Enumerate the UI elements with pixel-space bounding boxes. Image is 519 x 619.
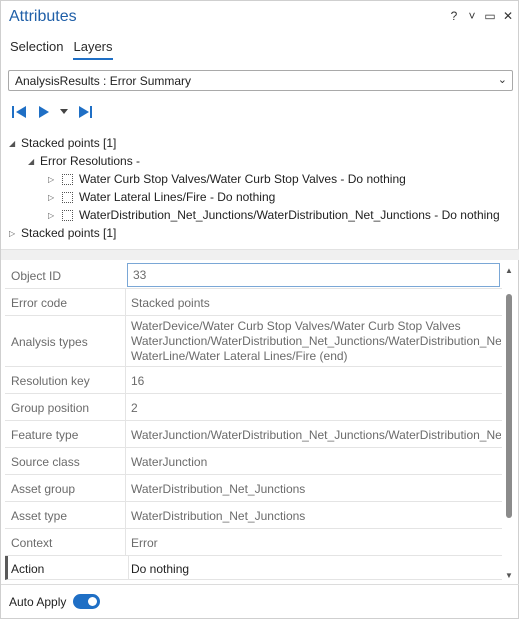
collapse-icon[interactable]: ◢ <box>28 157 40 166</box>
chevron-down-icon: ⌄ <box>497 74 507 86</box>
view-tabs: Selection Layers <box>10 39 113 60</box>
grid-row-analysis-types: Analysis types WaterDevice/Water Curb St… <box>5 316 502 367</box>
property-key: Analysis types <box>11 335 88 349</box>
property-value: 16 <box>131 374 145 388</box>
help-icon[interactable]: ? <box>448 9 460 23</box>
grid-row-resolution-key: Resolution key 16 <box>5 367 502 394</box>
property-key: Resolution key <box>11 374 90 388</box>
maximize-icon[interactable]: ▭ <box>484 9 496 23</box>
next-icon[interactable] <box>37 105 51 119</box>
tree-node-label: Error Resolutions - <box>40 154 141 168</box>
property-value: Error <box>131 536 158 550</box>
auto-apply-label: Auto Apply <box>9 595 67 609</box>
property-value: WaterJunction/WaterDistribution_Net_Junc… <box>131 428 501 442</box>
property-value: WaterDistribution_Net_Junctions <box>131 482 306 496</box>
collapse-icon[interactable]: ◢ <box>9 139 21 148</box>
pane-title: Attributes <box>9 8 77 25</box>
tree-node-label: Stacked points [1] <box>21 226 117 240</box>
layer-dropdown[interactable]: AnalysisResults : Error Summary ⌄ <box>8 70 513 91</box>
tab-layers[interactable]: Layers <box>73 39 113 60</box>
grid-row-feature-type: Feature type WaterJunction/WaterDistribu… <box>5 421 502 448</box>
tree-node-stacked-points-2[interactable]: ▷ Stacked points [1] <box>9 224 116 242</box>
vertical-scrollbar[interactable]: ▲ ▼ <box>503 264 516 582</box>
tree-node-stacked-points[interactable]: ◢ Stacked points [1] <box>9 134 116 152</box>
property-key: Context <box>11 536 53 550</box>
grid-row-object-id: Object ID 33 <box>5 262 502 289</box>
tree-node-label: Stacked points [1] <box>21 136 117 150</box>
scrollbar-thumb[interactable] <box>506 294 512 518</box>
feature-icon <box>62 191 73 203</box>
grid-row-asset-type: Asset type WaterDistribution_Net_Junctio… <box>5 502 502 529</box>
toggle-knob <box>88 597 97 606</box>
grid-row-action[interactable]: Action Do nothing <box>5 556 502 580</box>
grid-row-context: Context Error <box>5 529 502 556</box>
tree-item[interactable]: ▷ Water Curb Stop Valves/Water Curb Stop… <box>48 170 406 188</box>
property-key: Asset group <box>11 482 76 496</box>
grid-row-source-class: Source class WaterJunction <box>5 448 502 475</box>
property-value[interactable]: Do nothing <box>131 562 501 577</box>
expand-icon[interactable]: ▷ <box>48 193 60 202</box>
tree-item-label: Water Lateral Lines/Fire - Do nothing <box>79 190 276 204</box>
property-value: WaterDistribution_Net_Junctions <box>131 509 306 523</box>
expand-icon[interactable]: ▷ <box>48 211 60 220</box>
last-icon[interactable] <box>77 105 93 119</box>
grid-row-error-code: Error code Stacked points <box>5 289 502 316</box>
feature-icon <box>62 173 73 185</box>
attributes-pane: Attributes ? ˅ ▭ ✕ Selection Layers Anal… <box>0 0 519 619</box>
navigation-toolbar <box>12 105 93 119</box>
property-key: Source class <box>11 455 80 469</box>
property-value-line: WaterLine/Water Lateral Lines/Fire (end) <box>131 349 348 363</box>
tree-item-label: WaterDistribution_Net_Junctions/WaterDis… <box>79 208 500 222</box>
property-value: WaterJunction <box>131 455 208 469</box>
property-key: Asset type <box>11 509 68 523</box>
options-menu-icon[interactable]: ˅ <box>466 9 478 23</box>
property-key: Group position <box>11 401 90 415</box>
previous-icon[interactable] <box>12 105 28 119</box>
window-controls: ? ˅ ▭ ✕ <box>448 9 514 23</box>
expand-icon[interactable]: ▷ <box>9 229 21 238</box>
property-key: Action <box>11 562 45 576</box>
title-bar: Attributes ? ˅ ▭ ✕ <box>1 1 519 35</box>
feature-icon <box>62 209 73 221</box>
property-value: 33 <box>133 268 147 282</box>
grid-row-group-position: Group position 2 <box>5 394 502 421</box>
tree-node-error-resolutions[interactable]: ◢ Error Resolutions - <box>28 152 140 170</box>
property-key: Feature type <box>11 428 79 442</box>
footer-bar: Auto Apply <box>1 584 519 618</box>
tab-selection[interactable]: Selection <box>10 39 63 60</box>
dropdown-caret-icon[interactable] <box>60 109 68 115</box>
auto-apply-toggle[interactable] <box>73 594 100 609</box>
close-icon[interactable]: ✕ <box>502 9 514 23</box>
property-value-line: WaterJunction/WaterDistribution_Net_Junc… <box>131 334 501 348</box>
tree-item-label: Water Curb Stop Valves/Water Curb Stop V… <box>79 172 406 186</box>
property-value: Stacked points <box>131 296 210 310</box>
splitter[interactable] <box>1 249 519 260</box>
property-key: Object ID <box>11 269 62 283</box>
property-key: Error code <box>11 296 68 310</box>
scroll-down-icon[interactable]: ▼ <box>505 571 513 580</box>
tree-item-selected[interactable]: ▷ WaterDistribution_Net_Junctions/WaterD… <box>48 206 517 224</box>
tree-item[interactable]: ▷ Water Lateral Lines/Fire - Do nothing <box>48 188 275 206</box>
property-value: 2 <box>131 401 138 415</box>
layer-dropdown-value: AnalysisResults : Error Summary <box>15 74 192 88</box>
expand-icon[interactable]: ▷ <box>48 175 60 184</box>
property-value-line: WaterDevice/Water Curb Stop Valves/Water… <box>131 319 461 333</box>
scroll-up-icon[interactable]: ▲ <box>505 266 513 275</box>
grid-row-asset-group: Asset group WaterDistribution_Net_Juncti… <box>5 475 502 502</box>
